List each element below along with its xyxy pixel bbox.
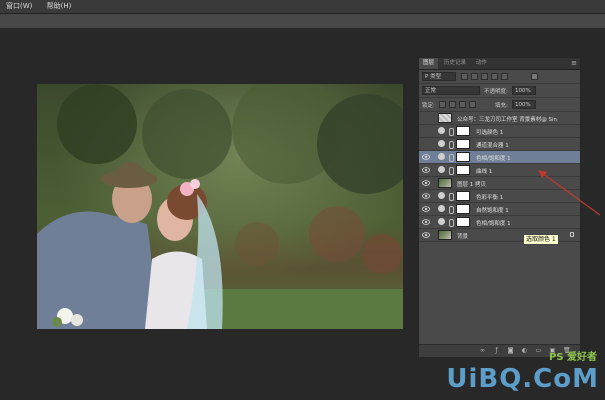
link-icon (449, 141, 454, 149)
layer-mask-thumbnail[interactable] (456, 217, 470, 227)
adjustment-layer-icon (438, 153, 445, 160)
new-adjustment-icon[interactable]: ◐ (521, 347, 528, 354)
layer-name[interactable]: 色相/饱和度 1 (476, 219, 576, 227)
link-layers-icon[interactable]: ∞ (479, 347, 486, 354)
adjustment-layer-icon (438, 127, 445, 134)
link-icon (449, 206, 454, 214)
fill-label: 填充: (495, 103, 508, 109)
lock-position-icon[interactable] (459, 101, 466, 108)
layer-mask-thumbnail[interactable] (456, 152, 470, 162)
layer-row[interactable]: 曲线 1 (419, 164, 580, 177)
eye-icon[interactable] (422, 167, 430, 173)
filter-pixel-icon[interactable] (461, 73, 468, 80)
adjustment-layer-icon (438, 140, 445, 147)
lock-icon (570, 232, 574, 237)
lock-all-icon[interactable] (469, 101, 476, 108)
wedding-photo (37, 84, 403, 329)
options-bar (0, 14, 605, 29)
layer-mask-thumbnail[interactable] (456, 126, 470, 136)
layer-row[interactable]: 通道混合器 1 (419, 138, 580, 151)
layer-name[interactable]: 自然饱和度 1 (476, 206, 576, 214)
new-group-icon[interactable]: ▭ (535, 347, 542, 354)
layer-list: 公众号：三龙刀司工作室 背景素材@ Sinc... 可选颜色 1 通道混合器 1… (419, 112, 580, 242)
layer-row[interactable]: 可选颜色 1 (419, 125, 580, 138)
tab-history[interactable]: 历史记录 (440, 58, 470, 69)
layer-name[interactable]: 色彩平衡 1 (476, 193, 576, 201)
canvas-photo[interactable] (37, 84, 403, 329)
menu-window[interactable]: 窗口(W) (0, 0, 38, 13)
filter-smart-icon[interactable] (501, 73, 508, 80)
layer-name[interactable]: 图层 1 拷贝 (457, 180, 557, 188)
fill-input[interactable]: 100% (512, 100, 536, 109)
link-icon (449, 193, 454, 201)
layer-row-selected[interactable]: 色相/饱和度 1 (419, 151, 580, 164)
layer-name[interactable]: 曲线 1 (476, 167, 576, 175)
menu-bar: 窗口(W) 帮助(H) (0, 0, 605, 14)
eye-icon[interactable] (422, 154, 430, 160)
panel-menu-icon[interactable]: ≡ (571, 59, 577, 68)
layers-panel: 图层 历史记录 动作 ≡ P 类型 正常 不透明度: 100% 锁定: 填充: … (418, 57, 581, 358)
layer-mask-thumbnail[interactable] (456, 165, 470, 175)
filter-adjust-icon[interactable] (471, 73, 478, 80)
lock-label: 锁定: (422, 103, 435, 109)
tab-layers[interactable]: 图层 (419, 58, 439, 69)
watermark-logo: PS 爱好者 UiBQ.CoM (446, 352, 599, 394)
adjustment-layer-icon (438, 218, 445, 225)
lock-transparent-icon[interactable] (439, 101, 446, 108)
layer-row[interactable]: 公众号：三龙刀司工作室 背景素材@ Sinc... (419, 112, 580, 125)
blend-row: 正常 不透明度: 100% (419, 84, 580, 98)
eye-icon[interactable] (422, 180, 430, 186)
filter-shape-icon[interactable] (491, 73, 498, 80)
layer-thumbnail (438, 178, 452, 188)
layer-mask-thumbnail[interactable] (456, 204, 470, 214)
filter-toggle-icon[interactable] (531, 73, 538, 80)
layer-mask-thumbnail[interactable] (456, 191, 470, 201)
link-icon (449, 219, 454, 227)
tab-actions[interactable]: 动作 (472, 58, 491, 69)
add-mask-icon[interactable]: ◙ (507, 347, 514, 354)
eye-icon[interactable] (422, 232, 430, 238)
layer-row[interactable]: 自然饱和度 1 (419, 203, 580, 216)
layer-name[interactable]: 色相/饱和度 1 (476, 154, 576, 162)
menu-help[interactable]: 帮助(H) (41, 0, 78, 13)
layer-thumbnail (438, 230, 452, 240)
link-icon (449, 128, 454, 136)
adjustment-layer-icon (438, 192, 445, 199)
layer-thumbnail (438, 113, 452, 123)
adjustment-layer-icon (438, 166, 445, 173)
layer-mask-thumbnail[interactable] (456, 139, 470, 149)
layer-row[interactable]: 色相/饱和度 1 (419, 216, 580, 229)
layer-row[interactable]: 图层 1 拷贝 (419, 177, 580, 190)
eye-icon[interactable] (422, 193, 430, 199)
filter-type-icon[interactable] (481, 73, 488, 80)
link-icon (449, 154, 454, 162)
layer-name[interactable]: 公众号：三龙刀司工作室 背景素材@ Sinc... (457, 115, 557, 123)
lock-row: 锁定: 填充: 100% (419, 98, 580, 112)
layer-name[interactable]: 通道混合器 1 (476, 141, 576, 149)
opacity-label: 不透明度: (484, 89, 508, 95)
add-style-icon[interactable]: ƒ (493, 347, 500, 354)
layer-name[interactable]: 可选颜色 1 (476, 128, 576, 136)
layer-row[interactable]: 色彩平衡 1 (419, 190, 580, 203)
filter-row: P 类型 (419, 70, 580, 84)
watermark-sub: PS 爱好者 (548, 352, 597, 363)
eye-icon[interactable] (422, 206, 430, 212)
panel-tab-bar: 图层 历史记录 动作 ≡ (419, 58, 580, 70)
opacity-input[interactable]: 100% (512, 86, 536, 95)
filter-kind-select[interactable]: P 类型 (422, 72, 456, 81)
adjustment-layer-icon (438, 205, 445, 212)
blend-mode-select[interactable]: 正常 (422, 86, 480, 95)
watermark-main: UiBQ.CoM (446, 364, 599, 394)
lock-image-icon[interactable] (449, 101, 456, 108)
link-icon (449, 167, 454, 175)
layer-tooltip: 选取颜色 1 (523, 234, 559, 245)
eye-icon[interactable] (422, 219, 430, 225)
